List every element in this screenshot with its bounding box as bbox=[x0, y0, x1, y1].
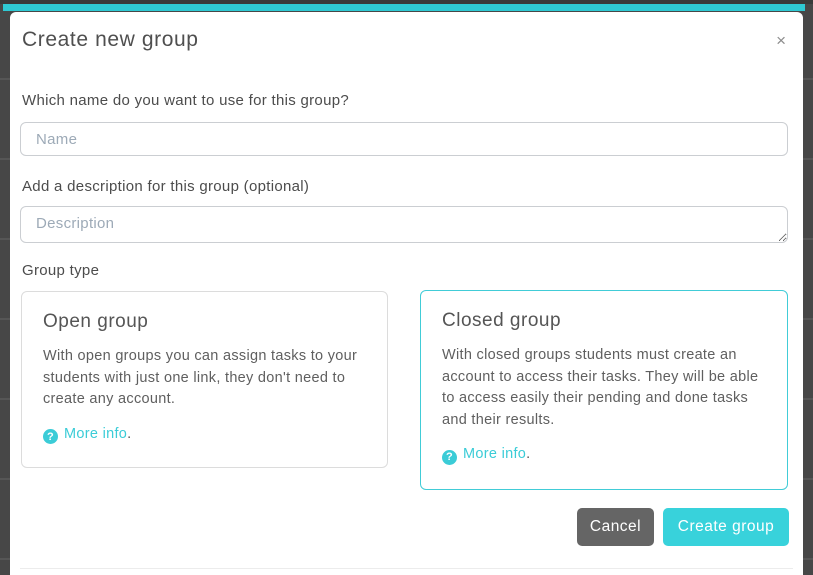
open-group-description: With open groups you can assign tasks to… bbox=[43, 348, 358, 407]
open-group-more-info-link[interactable]: More info bbox=[64, 426, 127, 442]
closed-group-more-info-link[interactable]: More info bbox=[463, 446, 526, 462]
closed-group-more-info-row: ? More info. bbox=[442, 446, 766, 465]
open-group-more-info-row: ? More info. bbox=[43, 425, 366, 444]
close-icon[interactable]: × bbox=[772, 28, 790, 53]
closed-group-card-selected[interactable]: Closed group With closed groups students… bbox=[420, 290, 788, 490]
closed-group-title: Closed group bbox=[442, 310, 562, 331]
group-type-label: Group type bbox=[22, 262, 100, 279]
help-icon: ? bbox=[43, 429, 58, 444]
period-text: . bbox=[127, 425, 132, 442]
create-group-button[interactable]: Create group bbox=[663, 508, 789, 546]
page-background-overlay: Create new group × Which name do you wan… bbox=[0, 0, 813, 575]
group-description-textarea[interactable] bbox=[20, 206, 788, 243]
group-name-input[interactable] bbox=[20, 122, 788, 156]
group-description-label: Add a description for this group (option… bbox=[22, 178, 310, 195]
open-group-title: Open group bbox=[43, 311, 149, 332]
page-teal-header-bar bbox=[3, 4, 805, 11]
create-group-modal: Create new group × Which name do you wan… bbox=[10, 12, 803, 575]
closed-group-description: With closed groups students must create … bbox=[442, 347, 759, 428]
open-group-card[interactable]: Open group With open groups you can assi… bbox=[21, 291, 388, 468]
modal-title: Create new group bbox=[22, 28, 199, 51]
help-icon: ? bbox=[442, 449, 457, 465]
cancel-button[interactable]: Cancel bbox=[577, 508, 654, 546]
period-text: . bbox=[526, 446, 531, 462]
group-name-label: Which name do you want to use for this g… bbox=[22, 92, 350, 109]
bottom-divider bbox=[20, 568, 793, 569]
